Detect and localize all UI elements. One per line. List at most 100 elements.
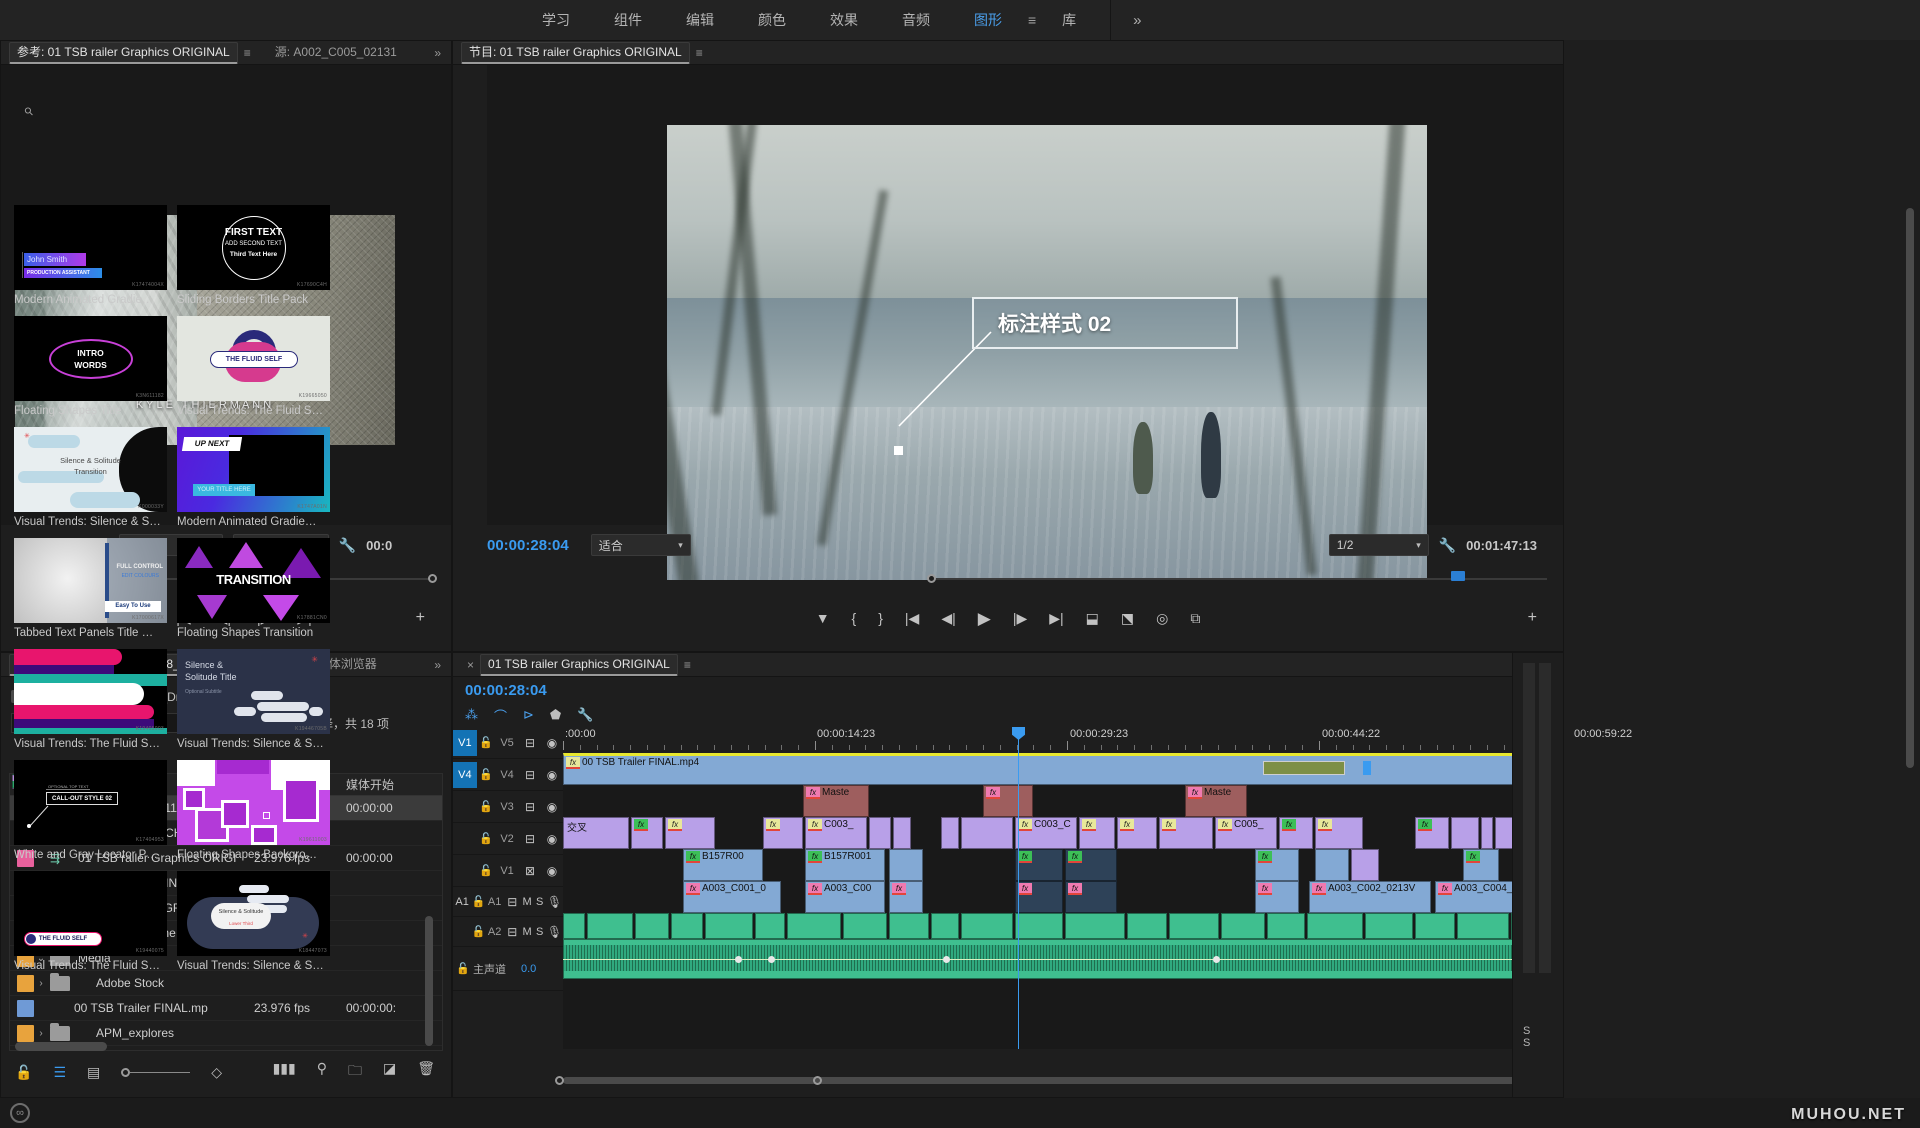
program-resolution-dropdown[interactable]: 1/2 ▾ (1329, 534, 1429, 556)
tab-timeline-sequence[interactable]: 01 TSB railer Graphics ORIGINAL (480, 654, 678, 676)
timeline-horizontal-scrollbar[interactable] (563, 1075, 1523, 1085)
track-lock-icon[interactable]: 🔓 (477, 736, 495, 749)
track-target-toggle[interactable] (453, 794, 477, 820)
track-sync-lock-icon[interactable]: ⊠ (519, 864, 541, 878)
timeline-clip[interactable] (1415, 913, 1455, 939)
track-target-toggle[interactable] (453, 826, 477, 852)
delete-icon[interactable]: 🗑 (417, 1060, 435, 1084)
audio-keyframe[interactable] (768, 956, 775, 963)
program-mark-out-icon[interactable]: } (878, 611, 883, 625)
workspace-overflow-icon[interactable]: » (1133, 12, 1141, 29)
track-record-mic-icon[interactable]: 🎙 (546, 925, 563, 939)
template-card[interactable]: THE FLUID SELFK19665050Visual Trends: Th… (177, 316, 330, 417)
timeline-clip[interactable] (1221, 913, 1265, 939)
timeline-track-header-a1[interactable]: A1🔓A1⊟MS🎙 (453, 887, 563, 917)
program-lift-icon[interactable]: ⬓ (1086, 611, 1099, 625)
timeline-hscroll-thumb[interactable] (563, 1077, 1523, 1084)
timeline-clip[interactable]: 交叉 (563, 817, 629, 849)
timeline-clip[interactable] (889, 849, 923, 881)
template-thumbnail[interactable]: UP NEXTYOUR TITLE HEREK1747A01N (177, 427, 330, 512)
program-export-frame-icon[interactable]: ▼ (816, 611, 830, 625)
timeline-clip[interactable] (869, 817, 891, 849)
timeline-clip[interactable]: fx (1079, 817, 1115, 849)
track-sync-lock-icon[interactable]: ⊟ (519, 768, 541, 782)
template-thumbnail[interactable]: K19405003 (14, 649, 167, 734)
timeline-clip[interactable]: fxC003_C (1015, 817, 1077, 849)
template-card[interactable]: UP NEXTYOUR TITLE HEREK1747A01NModern An… (177, 427, 330, 528)
column-header-media-start[interactable]: 媒体开始 (346, 776, 442, 793)
source-tabbar-overflow-icon[interactable]: » (428, 46, 451, 60)
timeline-clip[interactable] (635, 913, 669, 939)
template-thumbnail[interactable]: OPTIONAL TOP TEXTCALL-OUT STYLE 02K17404… (14, 760, 167, 845)
template-card[interactable]: TRANSITIONK17881CN0Floating Shapes Trans… (177, 538, 330, 639)
workspace-tab-learning[interactable]: 学习 (520, 0, 592, 40)
source-settings-wrench-icon[interactable]: 🔧 (339, 537, 356, 554)
tab-program-monitor[interactable]: 节目: 01 TSB railer Graphics ORIGINAL (461, 42, 690, 64)
program-playhead[interactable] (1451, 571, 1465, 581)
template-thumbnail[interactable]: K19611003 (177, 760, 330, 845)
track-target-toggle[interactable] (453, 858, 477, 884)
track-target-toggle[interactable] (453, 919, 471, 945)
template-thumbnail[interactable]: INTROWORDSK3N611182 (14, 316, 167, 401)
timeline-clip[interactable] (843, 913, 887, 939)
timeline-clip[interactable] (893, 817, 911, 849)
template-thumbnail[interactable]: FIRST TEXTADD SECOND TEXTThird Text Here… (177, 205, 330, 290)
program-step-forward-icon[interactable]: |▶ (1013, 611, 1027, 625)
timeline-clip[interactable] (961, 913, 1013, 939)
track-lock-icon[interactable]: 🔓 (477, 768, 495, 781)
master-lock-icon[interactable]: 🔓 (453, 962, 473, 975)
track-output-eye-icon[interactable]: ◉ (541, 864, 563, 878)
template-card[interactable]: Silence & SolitudeLower Third✳K18447073V… (177, 871, 330, 972)
timeline-clip[interactable] (1365, 913, 1413, 939)
program-scrubber[interactable] (453, 565, 1563, 591)
timeline-track-header-v1[interactable]: 🔓V1⊠◉ (453, 855, 563, 887)
timeline-clip[interactable] (1481, 817, 1493, 849)
timeline-current-timecode[interactable]: 00:00:28:04 (465, 682, 547, 699)
timeline-clip[interactable] (889, 913, 929, 939)
timeline-settings-wrench-icon[interactable]: 🔧 (577, 707, 593, 723)
timeline-clip[interactable] (1457, 913, 1509, 939)
program-export-frame-camera-icon[interactable]: ◎ (1156, 611, 1168, 625)
program-goto-out-icon[interactable]: ▶| (1049, 611, 1063, 625)
template-grid-scrollbar[interactable] (1906, 208, 1914, 768)
template-card[interactable]: ✳Silence & SolitudeTransitionK000033YVis… (14, 427, 167, 528)
timeline-clip[interactable] (1451, 817, 1479, 849)
template-thumbnail[interactable]: Silence &Solitude TitleOptional Subtitle… (177, 649, 330, 734)
timeline-clip[interactable]: fx (1255, 881, 1299, 913)
timeline-clip[interactable] (941, 817, 959, 849)
timeline-clip[interactable]: fx (1159, 817, 1213, 849)
timeline-ruler[interactable]: :00:0000:00:14:2300:00:29:2300:00:44:220… (563, 727, 1563, 753)
nested-sequence-icon[interactable]: ⁂ (465, 707, 478, 723)
timeline-clip[interactable]: fx (1415, 817, 1449, 849)
program-play-icon[interactable]: ▶ (978, 610, 991, 627)
timeline-clip[interactable]: fx (1279, 817, 1313, 849)
reference-tab-hamburger-icon[interactable]: ≡ (238, 46, 257, 60)
program-monitor-viewport[interactable]: 标注样式 02 (487, 65, 1563, 525)
timeline-clip[interactable] (671, 913, 703, 939)
timeline-clip[interactable]: fxC005_ (1215, 817, 1277, 849)
track-mute-button[interactable]: M (521, 926, 534, 938)
timeline-clip[interactable]: fx (1015, 881, 1063, 913)
track-lock-icon[interactable]: 🔓 (477, 800, 495, 813)
track-lock-icon[interactable]: 🔓 (477, 864, 495, 877)
program-scrub-in-handle[interactable] (927, 574, 936, 583)
timeline-clip[interactable]: fx (1315, 817, 1363, 849)
timeline-master-track-header[interactable]: 🔓主声道0.0 (453, 947, 563, 991)
timeline-clip[interactable] (563, 913, 585, 939)
new-bin-icon[interactable]: 🗀 (348, 1060, 362, 1084)
timeline-clip[interactable]: fx (1065, 849, 1117, 881)
linked-selection-icon[interactable]: ⊳ (523, 707, 534, 723)
program-current-timecode[interactable]: 00:00:28:04 (487, 537, 569, 554)
timeline-clip[interactable] (1127, 913, 1167, 939)
track-output-eye-icon[interactable]: ◉ (541, 736, 563, 750)
timeline-clip[interactable] (1267, 913, 1305, 939)
workspace-tab-assembly[interactable]: 组件 (592, 0, 664, 40)
track-sync-lock-icon[interactable]: ⊟ (519, 800, 541, 814)
timeline-clip[interactable]: fx (631, 817, 663, 849)
track-record-mic-icon[interactable]: 🎙 (546, 895, 563, 909)
track-sync-lock-icon[interactable]: ⊟ (504, 895, 521, 909)
workspace-tab-editing[interactable]: 编辑 (664, 0, 736, 40)
track-sync-lock-icon[interactable]: ⊟ (504, 925, 521, 939)
workspace-menu-hamburger-icon[interactable]: ≡ (1024, 12, 1040, 28)
timeline-clip[interactable] (1307, 913, 1363, 939)
